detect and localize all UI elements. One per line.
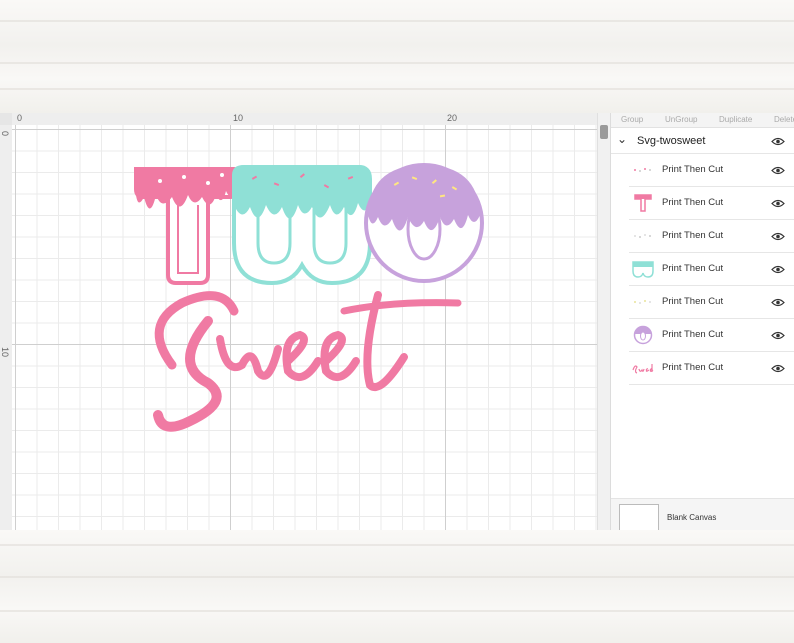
layer-label: Print Then Cut	[662, 296, 724, 307]
eye-icon[interactable]	[771, 331, 785, 340]
layers-toolbar: Group UnGroup Duplicate Delete	[611, 113, 794, 128]
ruler-tick-label: 0	[0, 131, 10, 137]
layer-thumbnail	[633, 325, 653, 345]
layer-row[interactable]: Print Then Cut	[629, 352, 794, 385]
layers-panel: Group UnGroup Duplicate Delete ⌄ Svg-two…	[610, 113, 794, 530]
eye-icon[interactable]	[771, 364, 785, 373]
eye-icon[interactable]	[771, 199, 785, 208]
duplicate-button[interactable]: Duplicate	[719, 115, 752, 124]
background-band-top	[0, 0, 794, 113]
eye-icon[interactable]	[771, 232, 785, 241]
layer-thumbnail	[634, 234, 651, 238]
letter-o[interactable]	[364, 163, 484, 283]
layer-thumbnail	[632, 364, 654, 374]
layer-thumbnail	[632, 261, 654, 278]
ruler-tick-label: 10	[233, 113, 244, 123]
eye-icon[interactable]	[771, 137, 785, 146]
eye-icon[interactable]	[771, 298, 785, 307]
layer-group-label: Svg-twosweet	[637, 135, 706, 147]
blank-canvas-swatch[interactable]	[619, 504, 659, 530]
layer-label: Print Then Cut	[662, 197, 724, 208]
eye-icon[interactable]	[771, 166, 785, 175]
layer-row[interactable]: Print Then Cut	[629, 253, 794, 286]
layer-label: Print Then Cut	[662, 329, 724, 340]
layer-label: Print Then Cut	[662, 164, 724, 175]
letter-w[interactable]	[232, 165, 372, 286]
blank-canvas-label: Blank Canvas	[667, 513, 717, 522]
layer-label: Print Then Cut	[662, 263, 724, 274]
scroll-thumb[interactable]	[600, 125, 608, 139]
ruler-tick-label: 10	[0, 347, 10, 358]
layer-thumbnail	[634, 168, 651, 172]
layer-thumbnail	[634, 300, 651, 304]
layer-row[interactable]: Print Then Cut	[629, 286, 794, 319]
ruler-tick-label: 20	[447, 113, 458, 123]
design-canvas[interactable]	[12, 125, 597, 530]
ungroup-button[interactable]: UnGroup	[665, 115, 697, 124]
layer-label: Print Then Cut	[662, 230, 724, 241]
design-space-window: 0 10 20 0 10 Group UnGroup Duplicate Del…	[0, 113, 794, 530]
layer-thumbnail	[634, 194, 652, 212]
vertical-scrollbar[interactable]	[597, 113, 610, 530]
twosweet-design[interactable]	[12, 125, 597, 530]
eye-icon[interactable]	[771, 265, 785, 274]
background-band-bottom	[0, 530, 794, 643]
group-button[interactable]: Group	[621, 115, 643, 124]
chevron-down-icon[interactable]: ⌄	[617, 132, 627, 146]
layer-label: Print Then Cut	[662, 362, 724, 373]
layer-group-row[interactable]: ⌄ Svg-twosweet	[611, 129, 794, 154]
delete-button[interactable]: Delete	[774, 115, 794, 124]
blank-canvas-row[interactable]: Blank Canvas	[611, 498, 794, 530]
ruler-tick-label: 0	[17, 113, 23, 123]
sweet-script-text[interactable]	[153, 291, 462, 432]
layer-row[interactable]: Print Then Cut	[629, 220, 794, 253]
ruler-corner	[0, 113, 12, 125]
layer-row[interactable]: Print Then Cut	[629, 154, 794, 187]
layer-row[interactable]: Print Then Cut	[629, 187, 794, 220]
layer-row[interactable]: Print Then Cut	[629, 319, 794, 352]
letter-t[interactable]	[134, 167, 238, 285]
